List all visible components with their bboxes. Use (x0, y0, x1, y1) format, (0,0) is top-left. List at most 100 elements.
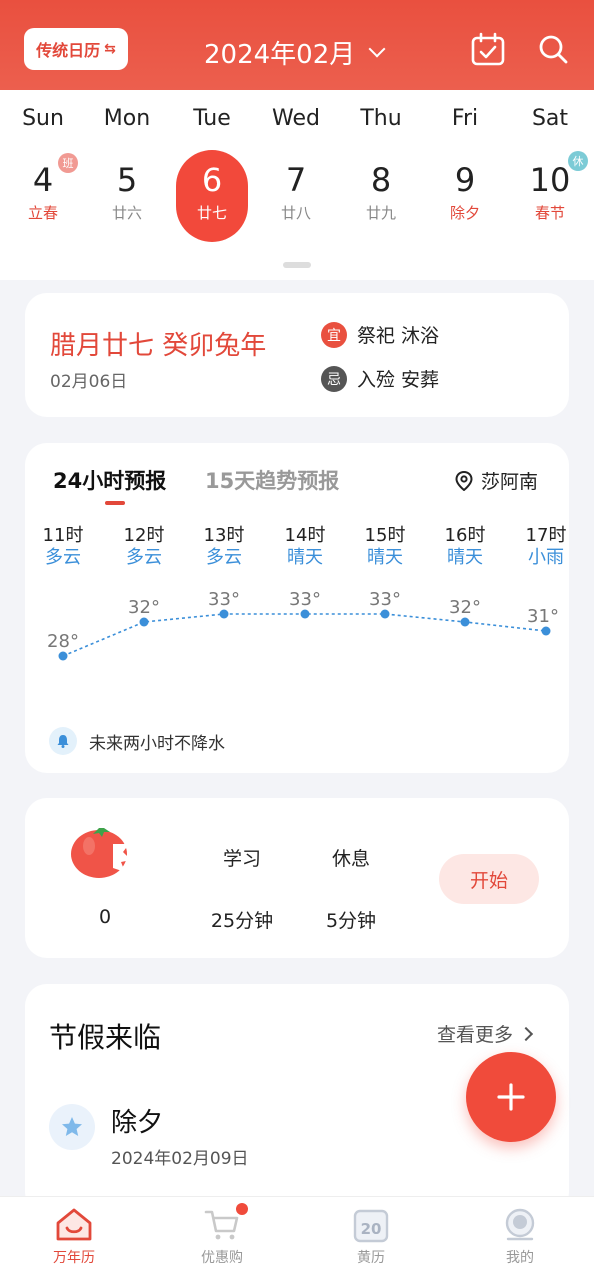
nav-label: 我的 (506, 1250, 534, 1266)
profile-icon (505, 1208, 535, 1241)
location-name: 莎阿南 (481, 471, 539, 493)
hour-condition: 晴天 (367, 547, 403, 568)
hour-time: 11时 (42, 525, 84, 546)
day-cell[interactable]: 5 廿六 (91, 150, 163, 242)
temp-label: 33° (289, 589, 321, 610)
study-label: 学习 (222, 848, 261, 870)
nav-label: 万年历 (53, 1250, 95, 1266)
temp-label: 31° (527, 606, 559, 627)
nav-item-shopping[interactable]: 优惠购 (162, 1203, 282, 1267)
hour-forecast: 16时 晴天 (435, 525, 495, 569)
plus-icon (497, 1083, 525, 1111)
holiday-date: 2024年02月09日 (111, 1149, 249, 1169)
temp-point (139, 617, 149, 627)
solar-date: 02月06日 (50, 372, 128, 392)
start-button[interactable]: 开始 (439, 854, 539, 904)
holiday-name[interactable]: 除夕 (111, 1102, 163, 1139)
day-cell[interactable]: 9 除夕 (429, 150, 501, 242)
hour-condition: 晴天 (287, 547, 323, 568)
lunar-label: 廿九 (365, 204, 396, 222)
weekday-label: Sun (22, 106, 64, 131)
temperature-curve: 28° 32° 33° 33° 33° 32° 31° (47, 589, 559, 661)
temp-label: 32° (128, 597, 160, 618)
bottom-nav: 万年历 优惠购 20 黄历 我的 (0, 1196, 594, 1280)
nav-item-calendar[interactable]: 万年历 (14, 1207, 134, 1267)
tab-15day-forecast[interactable]: 15天趋势预报 (205, 465, 339, 495)
temp-point (219, 609, 229, 619)
ji-text: 入殓 安葬 (357, 369, 440, 391)
hour-condition: 小雨 (528, 547, 564, 568)
add-button[interactable] (466, 1052, 556, 1142)
active-tab-indicator (105, 501, 125, 505)
weekday-label: Thu (360, 106, 402, 131)
temp-label: 33° (369, 589, 401, 610)
nav-item-profile[interactable]: 我的 (460, 1207, 580, 1267)
yi-row: 宜 祭祀 沐浴 (321, 321, 439, 348)
chevron-down-icon (368, 40, 386, 58)
temp-point (300, 609, 310, 619)
temp-label: 32° (449, 597, 481, 618)
day-number: 7 (285, 161, 307, 199)
lunar-label: 廿八 (280, 204, 311, 222)
day-number: 6 (201, 161, 223, 199)
nav-label: 黄历 (357, 1250, 385, 1266)
temp-point (58, 651, 68, 661)
day-number: 9 (454, 161, 476, 199)
tab-24h-forecast[interactable]: 24小时预报 (53, 465, 166, 495)
weekday-label: Wed (272, 106, 320, 131)
nav-item-almanac[interactable]: 20 黄历 (311, 1207, 431, 1267)
ji-row: 忌 入殓 安葬 (321, 365, 439, 392)
temp-point (460, 617, 470, 627)
rest-duration[interactable]: 5分钟 (306, 906, 396, 933)
day-number: 5 (116, 161, 138, 199)
almanac-calendar-icon: 20 (353, 1209, 389, 1243)
hour-time: 12时 (123, 525, 165, 546)
weekday-label: Fri (451, 106, 479, 131)
calendar-check-icon[interactable] (470, 32, 506, 68)
day-cell[interactable]: 4 立春 班 (7, 150, 79, 242)
lunar-label: 春节 (534, 204, 565, 222)
almanac-card[interactable]: 腊月廿七 癸卯兔年 02月06日 宜 祭祀 沐浴 忌 入殓 安葬 (25, 293, 569, 417)
hour-condition: 多云 (126, 547, 162, 568)
search-icon[interactable] (536, 32, 572, 68)
cart-icon (204, 1210, 239, 1240)
lunar-label: 廿七 (196, 204, 227, 222)
nav-label: 优惠购 (201, 1250, 243, 1266)
lunar-label: 除夕 (449, 204, 480, 222)
calendar-type-toggle[interactable]: 传统日历 ⇆ (24, 28, 128, 70)
drag-handle[interactable] (283, 262, 311, 268)
pomodoro-count: 0 (98, 906, 112, 928)
hour-forecast: 13时 多云 (194, 525, 254, 569)
hour-forecast: 15时 晴天 (355, 525, 415, 569)
study-duration[interactable]: 25分钟 (197, 906, 287, 933)
temp-point (541, 626, 551, 636)
yi-tag: 宜 (321, 321, 347, 348)
home-calendar-icon (56, 1208, 92, 1241)
hour-time: 17时 (525, 525, 567, 546)
star-icon (49, 1104, 95, 1150)
month-title: 2024年02月 (204, 39, 356, 70)
bell-icon (49, 727, 77, 755)
day-cell-selected[interactable]: 6 廿七 (176, 150, 248, 242)
swap-icon: ⇆ (104, 41, 116, 57)
hour-condition: 多云 (206, 547, 242, 568)
hour-time: 16时 (444, 525, 486, 546)
see-more-link[interactable]: 查看更多 (437, 1020, 534, 1047)
rain-notice: 未来两小时不降水 (49, 727, 225, 755)
notification-dot (236, 1203, 248, 1215)
hour-forecast: 11时 多云 (33, 525, 93, 569)
day-cell[interactable]: 10 春节 休 (514, 150, 588, 242)
hour-condition: 晴天 (447, 547, 483, 568)
day-cell[interactable]: 8 廿九 (345, 150, 417, 242)
holiday-section-title: 节假来临 (49, 1021, 162, 1054)
day-cell[interactable]: 7 廿八 (260, 150, 332, 242)
month-picker[interactable]: 2024年02月 (204, 30, 386, 74)
rest-label: 休息 (331, 848, 370, 870)
lunar-date: 腊月廿七 癸卯兔年 (50, 331, 267, 361)
chevron-right-icon (518, 1026, 534, 1041)
weekday-label: Tue (193, 106, 231, 131)
temp-point (380, 609, 390, 619)
hour-forecast: 12时 多云 (114, 525, 174, 569)
workday-badge: 班 (58, 153, 78, 173)
location-selector[interactable]: 莎阿南 (455, 467, 538, 494)
